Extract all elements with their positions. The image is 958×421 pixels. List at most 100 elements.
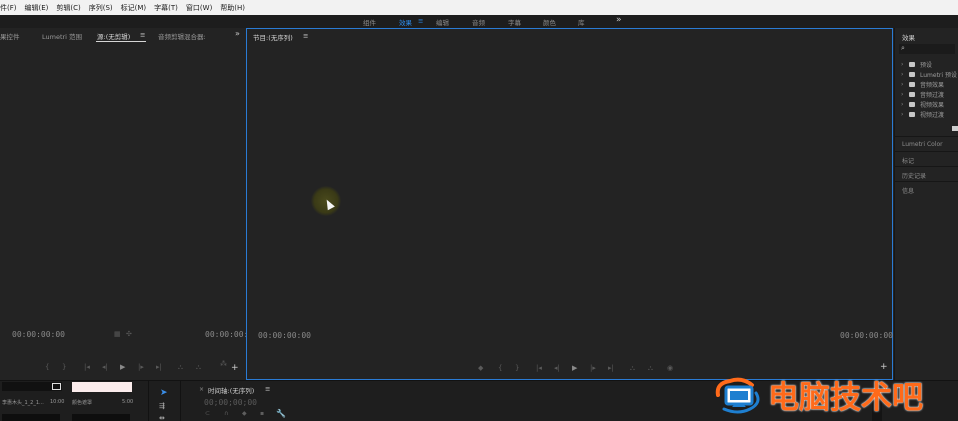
- workspace-libraries[interactable]: 库: [578, 17, 585, 27]
- menu-help[interactable]: 帮助(H): [220, 3, 245, 13]
- divider: [148, 381, 149, 421]
- chevron-right-icon[interactable]: ›: [901, 61, 907, 68]
- mark-in-icon[interactable]: {: [45, 363, 49, 371]
- tab-lumetri-scopes[interactable]: Lumetri 范围: [42, 31, 82, 41]
- workspace-assembly[interactable]: 组件: [363, 17, 376, 27]
- linked-selection-icon[interactable]: ∩: [224, 410, 228, 417]
- tab-effect-controls[interactable]: 果控件: [0, 31, 20, 41]
- add-marker-icon[interactable]: ◆: [478, 364, 483, 372]
- source-panel: 果控件 Lumetri 范围 源:(无剪辑) ≡ 音频剪辑混合器: » 00:0…: [0, 28, 258, 380]
- project-thumbnail[interactable]: [2, 414, 60, 421]
- source-timecode-current[interactable]: 00:00:00:00: [12, 330, 65, 339]
- program-timecode-current[interactable]: 00:00:00:00: [258, 331, 311, 340]
- tab-source[interactable]: 源:(无剪辑): [97, 31, 130, 41]
- workspace-color[interactable]: 颜色: [543, 17, 556, 27]
- add-marker-icon[interactable]: ◆: [242, 410, 247, 417]
- timeline-close-icon[interactable]: ×: [199, 386, 204, 393]
- workspace-audio[interactable]: 音频: [472, 17, 485, 27]
- insert-icon[interactable]: ⛬: [178, 363, 183, 372]
- menu-clip[interactable]: 剪辑(C): [56, 3, 80, 13]
- go-to-in-icon[interactable]: |◂: [536, 364, 542, 372]
- folder-icon: [909, 102, 915, 107]
- watermark: 电脑技术吧: [712, 371, 958, 417]
- track-select-tool-icon[interactable]: ⇶: [159, 402, 165, 410]
- search-icon: ⌕: [901, 44, 905, 52]
- snap-icon[interactable]: ⊂: [205, 410, 210, 417]
- menu-file[interactable]: 件(F): [0, 3, 17, 13]
- chevron-right-icon[interactable]: ›: [901, 111, 907, 118]
- project-item-name[interactable]: 李惠木头_1_2_1...: [2, 399, 44, 406]
- step-forward-icon[interactable]: |▸: [138, 363, 144, 371]
- effects-item-video-effects[interactable]: › 视频效果: [901, 100, 944, 109]
- step-forward-icon[interactable]: |▸: [590, 364, 596, 372]
- tab-menu-icon[interactable]: ≡: [140, 31, 145, 39]
- effects-item-video-transitions[interactable]: › 视频过渡: [901, 110, 944, 119]
- lift-icon[interactable]: ⛬: [630, 364, 635, 373]
- program-title[interactable]: 节目:(无序列): [253, 32, 293, 42]
- play-icon[interactable]: ▶: [120, 363, 125, 371]
- timeline-menu-icon[interactable]: ≡: [265, 385, 270, 393]
- effects-item-audio-transitions[interactable]: › 音频过渡: [901, 90, 944, 99]
- watermark-text: 电脑技术吧: [768, 379, 923, 416]
- timeline-title[interactable]: 时间轴:(无序列): [208, 385, 254, 395]
- effects-panel: 效果 ⌕ › 预设 › Lumetri 预设 › 音频效果 › 音频过渡 › 视频效果 ›…: [894, 28, 958, 421]
- menu-sequence[interactable]: 序列(S): [89, 3, 113, 13]
- effects-item-audio-effects[interactable]: › 音频效果: [901, 80, 944, 89]
- wrench-icon[interactable]: 🔧: [276, 409, 286, 418]
- step-back-icon[interactable]: ◂|: [102, 363, 108, 371]
- project-thumbnail[interactable]: [72, 414, 130, 421]
- folder-icon: [909, 62, 915, 67]
- workspace-effects[interactable]: 效果: [399, 17, 412, 27]
- panel-info[interactable]: 信息: [895, 181, 958, 196]
- folder-icon: [909, 92, 915, 97]
- workspace-overflow-icon[interactable]: »: [616, 15, 622, 25]
- effects-panel-title[interactable]: 效果: [902, 32, 915, 42]
- extract-icon[interactable]: ⛬: [648, 364, 653, 373]
- panel-markers[interactable]: 标记: [895, 151, 958, 166]
- project-item-name[interactable]: 颜色遮罩: [72, 399, 92, 406]
- panel-lumetri-color[interactable]: Lumetri Color: [895, 136, 958, 151]
- timeline-timecode[interactable]: 00;00;00;00: [204, 398, 257, 407]
- camera-icon[interactable]: ◉: [667, 364, 673, 372]
- go-to-in-icon[interactable]: |◂: [84, 363, 90, 371]
- settings-icon[interactable]: ✣: [126, 330, 132, 338]
- step-back-icon[interactable]: ◂|: [554, 364, 560, 372]
- program-menu-icon[interactable]: ≡: [303, 32, 308, 40]
- scrollbar-handle[interactable]: [952, 126, 958, 131]
- add-button-icon[interactable]: +: [231, 363, 239, 373]
- button-editor-icon[interactable]: ⁂: [220, 360, 227, 368]
- chevron-right-icon[interactable]: ›: [901, 81, 907, 88]
- panel-history[interactable]: 历史记录: [895, 166, 958, 181]
- marker-icon[interactable]: ▪: [260, 410, 264, 417]
- effects-item-presets[interactable]: › 预设: [901, 60, 932, 69]
- effects-search-input[interactable]: ⌕: [899, 44, 955, 54]
- clip-type-icon: [52, 383, 61, 390]
- workspace-titles[interactable]: 字幕: [508, 17, 521, 27]
- effects-item-lumetri-presets[interactable]: › Lumetri 预设: [901, 70, 957, 79]
- tab-audio-clip-mixer[interactable]: 音频剪辑混合器:: [158, 31, 206, 41]
- menu-markers[interactable]: 标记(M): [121, 3, 147, 13]
- color-matte-thumbnail[interactable]: [72, 382, 132, 392]
- folder-icon: [909, 82, 915, 87]
- mark-in-icon[interactable]: {: [498, 364, 502, 372]
- chevron-right-icon[interactable]: ›: [901, 71, 907, 78]
- selection-tool-icon[interactable]: ➤: [160, 388, 168, 398]
- go-to-out-icon[interactable]: ▸|: [608, 364, 614, 372]
- mark-out-icon[interactable]: }: [515, 364, 519, 372]
- ripple-edit-tool-icon[interactable]: ⇹: [159, 414, 165, 421]
- panel-overflow-icon[interactable]: »: [235, 29, 240, 38]
- program-timecode-duration: 00:00:00:00: [840, 331, 893, 340]
- workspace-editing[interactable]: 编辑: [436, 17, 449, 27]
- fit-icon[interactable]: ▦: [114, 330, 121, 338]
- menu-window[interactable]: 窗口(W): [186, 3, 212, 13]
- mark-out-icon[interactable]: }: [62, 363, 66, 371]
- overwrite-icon[interactable]: ⛬: [196, 363, 201, 372]
- go-to-out-icon[interactable]: ▸|: [156, 363, 162, 371]
- play-icon[interactable]: ▶: [572, 364, 577, 372]
- chevron-right-icon[interactable]: ›: [901, 91, 907, 98]
- menu-edit[interactable]: 编辑(E): [25, 3, 49, 13]
- menu-title[interactable]: 字幕(T): [154, 3, 178, 13]
- chevron-right-icon[interactable]: ›: [901, 101, 907, 108]
- workspace-effects-menu-icon[interactable]: ≡: [418, 17, 423, 25]
- project-item-duration: 5:00: [122, 399, 134, 405]
